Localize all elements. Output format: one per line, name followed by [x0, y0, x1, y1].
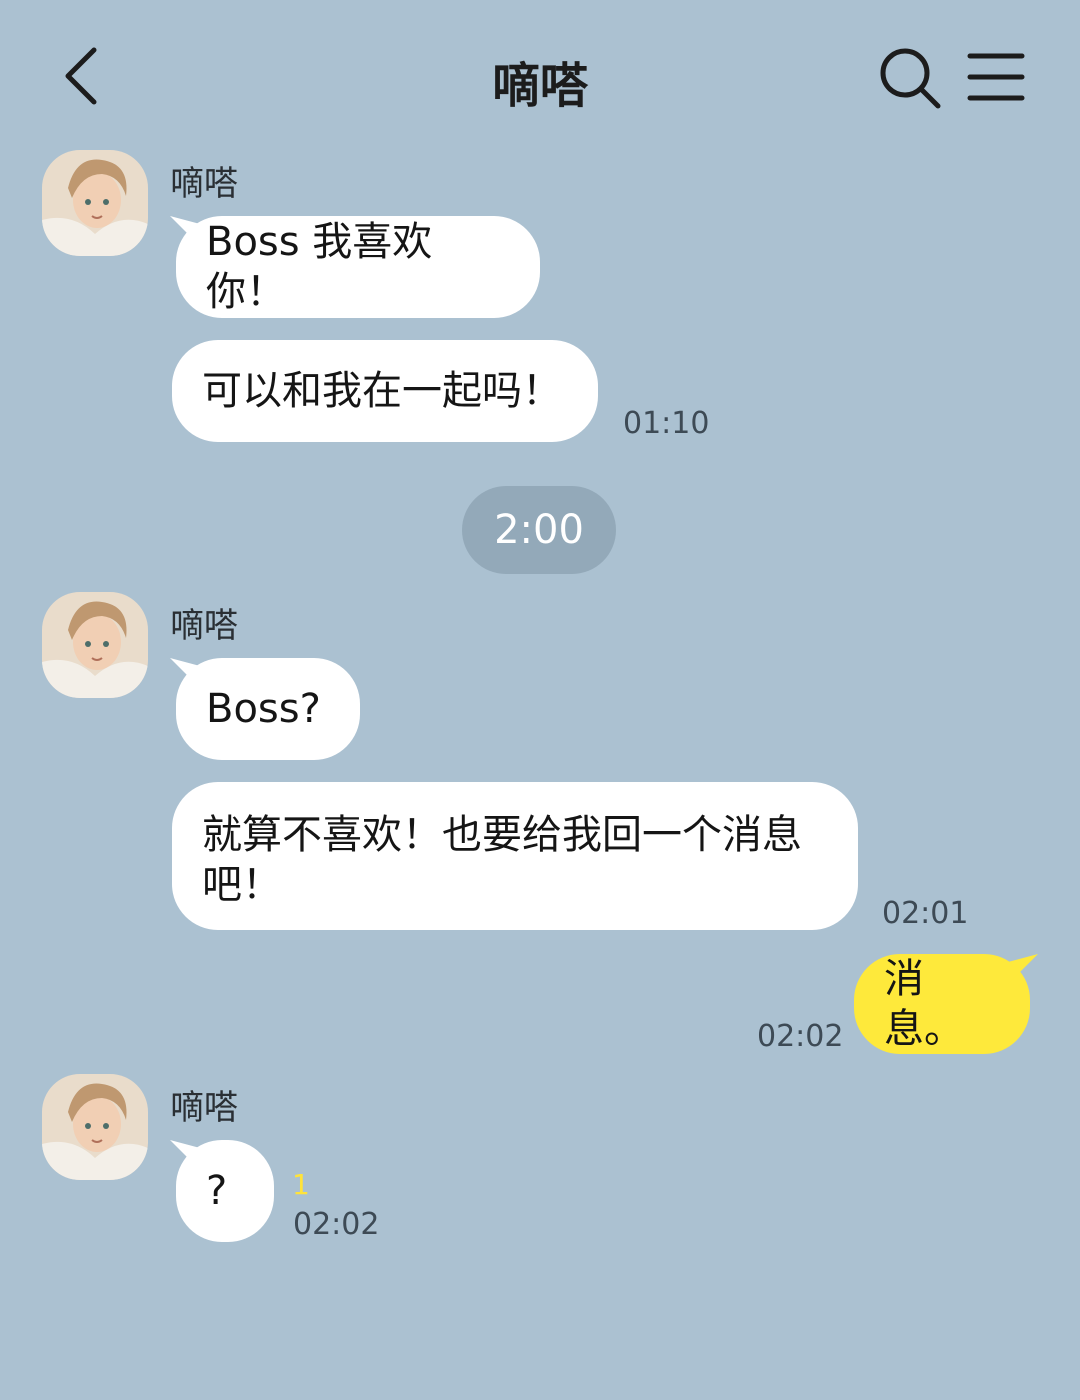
unread-count-badge: 1: [292, 1168, 310, 1201]
chevron-left-icon: [65, 47, 97, 105]
sender-name: 嘀嗒: [170, 1088, 238, 1128]
message-bubble[interactable]: 可以和我在一起吗！: [172, 340, 598, 442]
avatar[interactable]: [42, 150, 148, 256]
message-time: 02:02: [757, 1019, 844, 1054]
message-time: 02:02: [293, 1207, 380, 1242]
sender-name: 嘀嗒: [170, 164, 238, 204]
message-bubble[interactable]: ?: [176, 1140, 274, 1242]
sender-name: 嘀嗒: [170, 606, 238, 646]
my-message-bubble[interactable]: 消息。: [854, 954, 1030, 1054]
avatar[interactable]: [42, 592, 148, 698]
message-bubble[interactable]: 就算不喜欢！也要给我回一个消息吧！: [172, 782, 858, 930]
bubble-tail: [1008, 954, 1038, 984]
hamburger-menu-icon: [967, 53, 1025, 101]
chat-header: 嘀嗒: [0, 0, 1080, 150]
back-button[interactable]: [58, 44, 106, 108]
search-button[interactable]: [878, 46, 942, 110]
message-time: 02:01: [882, 896, 969, 931]
message-time: 01:10: [623, 406, 710, 441]
menu-button[interactable]: [966, 50, 1026, 104]
time-divider: 2:00: [462, 486, 616, 574]
message-bubble[interactable]: Boss 我喜欢你！: [176, 216, 540, 318]
avatar[interactable]: [42, 1074, 148, 1180]
message-bubble[interactable]: Boss?: [176, 658, 360, 760]
search-icon: [880, 48, 941, 109]
